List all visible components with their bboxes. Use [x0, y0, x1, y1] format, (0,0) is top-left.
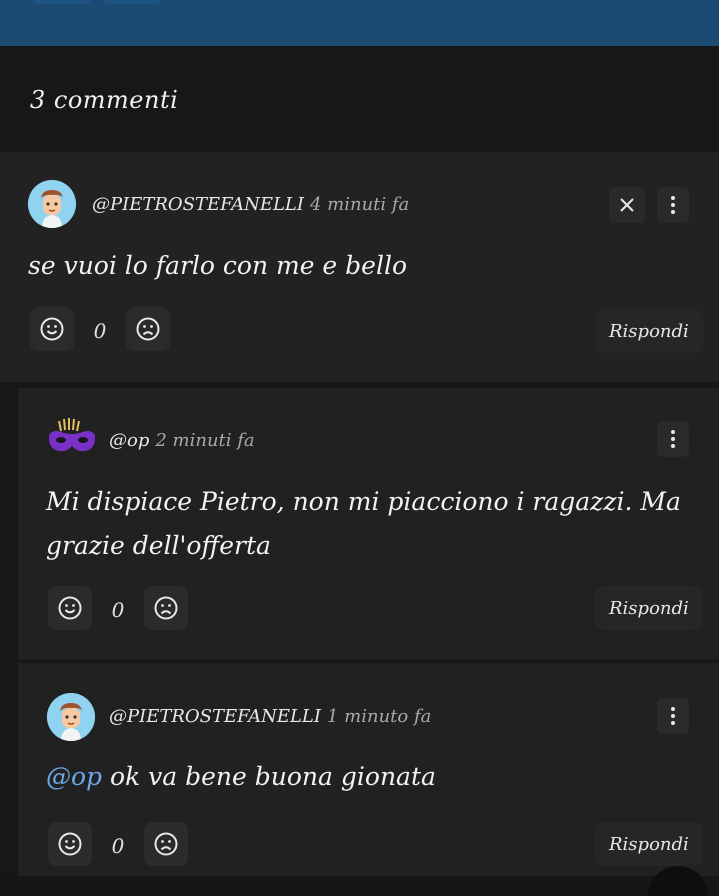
- downvote-button[interactable]: [144, 822, 188, 866]
- smile-icon: [58, 596, 82, 620]
- comment-count: 3 commenti: [30, 86, 179, 114]
- comment-meta: @op 2 minuti fa: [109, 430, 255, 451]
- vote-count: 0: [111, 598, 125, 622]
- vote-count: 0: [93, 319, 107, 343]
- reply-button[interactable]: Rispondi: [595, 822, 703, 866]
- upvote-button[interactable]: [48, 822, 92, 866]
- comment-meta: @PIETROSTEFANELLI 1 minuto fa: [109, 706, 431, 727]
- purple-mask-icon[interactable]: [47, 417, 97, 459]
- more-options-button[interactable]: [657, 421, 689, 457]
- comment-username[interactable]: @op: [109, 430, 149, 451]
- downvote-button[interactable]: [126, 307, 170, 351]
- frown-icon: [154, 596, 178, 620]
- comment-time: 2 minuti fa: [155, 430, 255, 451]
- comment-body: se vuoi lo farlo con me e bello: [28, 251, 408, 280]
- boy-avatar-icon[interactable]: [47, 693, 95, 741]
- reply-card: @PIETROSTEFANELLI 1 minuto fa @op ok va b…: [18, 663, 719, 876]
- comment-username[interactable]: @PIETROSTEFANELLI: [92, 194, 304, 215]
- user-mention-link[interactable]: @op: [46, 762, 102, 791]
- more-options-button[interactable]: [657, 187, 689, 223]
- boy-avatar-icon[interactable]: [28, 180, 76, 228]
- comment-time: 4 minuti fa: [309, 194, 410, 215]
- more-vertical-icon: [671, 707, 675, 725]
- frown-icon: [136, 317, 160, 341]
- vote-count: 0: [111, 834, 125, 858]
- reply-card: @op 2 minuti fa Mi dispiace Pietro, non m…: [18, 388, 719, 660]
- comment-username[interactable]: @PIETROSTEFANELLI: [109, 706, 321, 727]
- frown-icon: [154, 832, 178, 856]
- top-tab-stub[interactable]: [104, 0, 160, 4]
- comment-body: @op ok va bene buona gionata: [46, 755, 436, 799]
- comment-body: Mi dispiace Pietro, non mi piacciono i r…: [46, 480, 681, 568]
- upvote-button[interactable]: [48, 586, 92, 630]
- upvote-button[interactable]: [30, 307, 74, 351]
- top-app-bar: [0, 0, 719, 46]
- comment-time: 1 minuto fa: [326, 706, 432, 727]
- smile-icon: [40, 317, 64, 341]
- comments-header: 3 commenti: [0, 46, 719, 151]
- comment-meta: @PIETROSTEFANELLI 4 minuti fa: [92, 194, 409, 215]
- comment-body-text: ok va bene buona gionata: [110, 762, 436, 791]
- close-icon: [620, 198, 634, 212]
- smile-icon: [58, 832, 82, 856]
- reply-button[interactable]: Rispondi: [595, 309, 703, 353]
- comment-card: @PIETROSTEFANELLI 4 minuti fa se vuoi lo …: [0, 152, 719, 382]
- comment-body-line: grazie dell'offerta: [46, 531, 271, 560]
- downvote-button[interactable]: [144, 586, 188, 630]
- more-vertical-icon: [671, 196, 675, 214]
- more-vertical-icon: [671, 430, 675, 448]
- more-options-button[interactable]: [657, 698, 689, 734]
- close-button[interactable]: [609, 187, 645, 223]
- reply-button[interactable]: Rispondi: [595, 586, 703, 630]
- comment-body-line: Mi dispiace Pietro, non mi piacciono i r…: [46, 487, 681, 516]
- top-tab-stub[interactable]: [34, 0, 90, 4]
